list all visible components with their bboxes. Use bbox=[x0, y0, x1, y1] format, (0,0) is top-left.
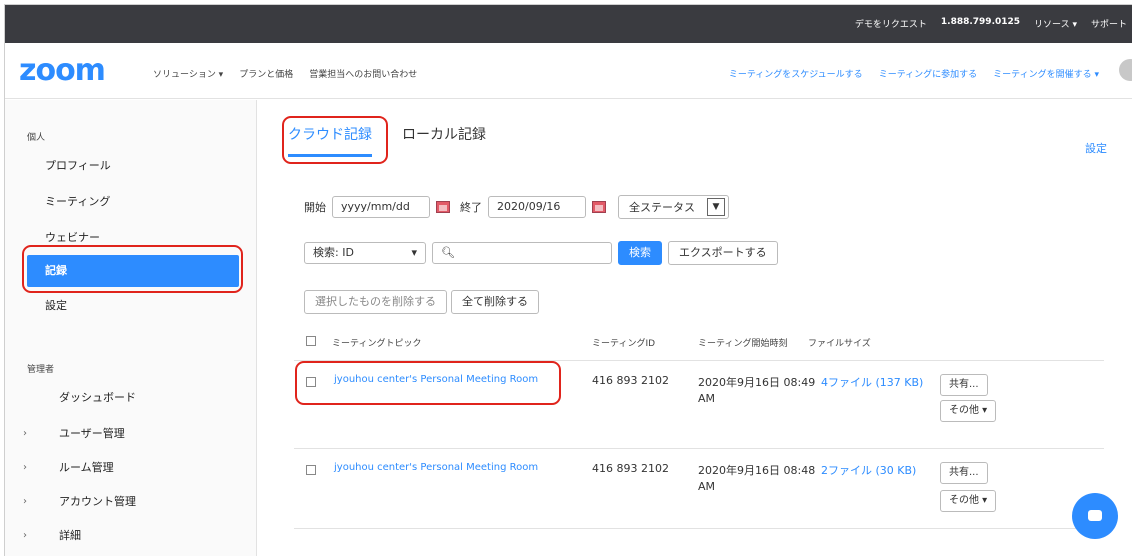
meeting-topic-link[interactable]: jyouhou center's Personal Meeting Room bbox=[334, 462, 538, 473]
end-label: 終了 bbox=[460, 201, 482, 214]
column-header-id: ミーティングID bbox=[592, 339, 656, 349]
divider bbox=[294, 528, 1104, 529]
contact-sales-link[interactable]: 営業担当へのお問い合わせ bbox=[309, 67, 417, 80]
search-type-select[interactable]: 検索: ID ▾ bbox=[304, 242, 426, 264]
highlight-meeting-topic bbox=[295, 361, 561, 405]
sidebar-item-meetings[interactable]: ミーティング bbox=[27, 186, 237, 218]
highlight-recordings bbox=[22, 245, 243, 293]
divider bbox=[294, 448, 1104, 449]
main-navbar: zoom ソリューション ▾ プランと価格 営業担当へのお問い合わせ ミーティン… bbox=[5, 43, 1132, 99]
sidebar-item-profile[interactable]: プロフィール bbox=[27, 150, 237, 182]
status-select-value: 全ステータス bbox=[629, 201, 695, 214]
chevron-right-icon: › bbox=[23, 496, 27, 507]
sidebar: 個人 プロフィール ミーティング ウェビナー 記録 設定 管理者 ダッシュボード… bbox=[5, 100, 257, 556]
column-header-start: ミーティング開始時刻 bbox=[698, 339, 788, 349]
delete-all-button[interactable]: 全て削除する bbox=[451, 290, 539, 314]
nav-left: ソリューション ▾ プランと価格 営業担当へのお問い合わせ bbox=[153, 67, 417, 80]
start-label: 開始 bbox=[304, 201, 326, 214]
sidebar-item-dashboard[interactable]: ダッシュボード bbox=[27, 382, 237, 414]
search-input[interactable]: 🔍︎ bbox=[432, 242, 612, 264]
main-content: クラウド記録 ローカル記録 設定 開始 yyyy/mm/dd 終了 2020/0… bbox=[258, 100, 1132, 556]
meeting-id: 416 893 2102 bbox=[592, 462, 669, 475]
zoom-logo[interactable]: zoom bbox=[19, 53, 106, 88]
sidebar-heading-admin: 管理者 bbox=[27, 365, 55, 375]
sidebar-item-room-management[interactable]: ルーム管理 bbox=[41, 452, 251, 484]
resources-menu[interactable]: リソース ▾ bbox=[1034, 17, 1077, 30]
row-checkbox[interactable] bbox=[306, 465, 316, 475]
share-button[interactable]: 共有... bbox=[940, 462, 988, 484]
app-frame: デモをリクエスト 1.888.799.0125 リソース ▾ サポート zoom… bbox=[4, 4, 1132, 556]
export-button[interactable]: エクスポートする bbox=[668, 241, 778, 265]
chevron-down-icon: ▼ bbox=[707, 198, 725, 216]
host-meeting-menu[interactable]: ミーティングを開催する ▾ bbox=[993, 67, 1099, 80]
top-links: デモをリクエスト 1.888.799.0125 リソース ▾ サポート bbox=[855, 17, 1127, 30]
column-header-topic: ミーティングトピック bbox=[332, 339, 422, 349]
avatar[interactable] bbox=[1119, 59, 1132, 81]
sidebar-item-user-management[interactable]: ユーザー管理 bbox=[41, 418, 251, 450]
chevron-right-icon: › bbox=[23, 462, 27, 473]
chevron-right-icon: › bbox=[23, 428, 27, 439]
chevron-right-icon: › bbox=[23, 530, 27, 541]
nav-right: ミーティングをスケジュールする ミーティングに参加する ミーティングを開催する … bbox=[729, 67, 1099, 80]
meeting-start-time: 2020年9月16日 08:48 bbox=[698, 464, 816, 477]
sidebar-item-account-management[interactable]: アカウント管理 bbox=[41, 486, 251, 518]
file-size-link[interactable]: 2ファイル (30 KB) bbox=[821, 462, 916, 478]
request-demo-link[interactable]: デモをリクエスト bbox=[855, 17, 927, 30]
delete-selected-button[interactable]: 選択したものを削除する bbox=[304, 290, 447, 314]
status-select[interactable]: 全ステータス ▼ bbox=[618, 195, 729, 219]
file-size-link[interactable]: 4ファイル (137 KB) bbox=[821, 374, 923, 390]
meeting-id: 416 893 2102 bbox=[592, 374, 669, 387]
sidebar-item-advanced[interactable]: 詳細 bbox=[41, 520, 251, 552]
settings-link[interactable]: 設定 bbox=[1085, 140, 1107, 156]
plans-link[interactable]: プランと価格 bbox=[239, 67, 293, 80]
chat-bubble-icon[interactable] bbox=[1072, 493, 1118, 539]
tab-local-recordings[interactable]: ローカル記録 bbox=[402, 124, 486, 157]
solutions-menu[interactable]: ソリューション ▾ bbox=[153, 67, 223, 80]
schedule-meeting-link[interactable]: ミーティングをスケジュールする bbox=[729, 67, 863, 80]
meeting-start-ampm: AM bbox=[698, 392, 716, 405]
top-bar: デモをリクエスト 1.888.799.0125 リソース ▾ サポート bbox=[5, 5, 1132, 43]
column-header-filesize: ファイルサイズ bbox=[808, 339, 871, 349]
highlight-cloud-tab bbox=[282, 116, 388, 164]
sidebar-item-settings[interactable]: 設定 bbox=[27, 290, 237, 322]
search-type-value: 検索: ID bbox=[313, 246, 354, 259]
search-icon: 🔍︎ bbox=[441, 246, 455, 259]
share-button[interactable]: 共有... bbox=[940, 374, 988, 396]
end-date-input[interactable]: 2020/09/16 bbox=[488, 196, 586, 218]
meeting-start-ampm: AM bbox=[698, 480, 716, 493]
date-filter-row: 開始 yyyy/mm/dd 終了 2020/09/16 全ステータス ▼ bbox=[304, 195, 729, 219]
more-button[interactable]: その他 ▾ bbox=[940, 400, 997, 422]
caret-down-icon: ▾ bbox=[411, 246, 417, 259]
join-meeting-link[interactable]: ミーティングに参加する bbox=[879, 67, 977, 80]
calendar-icon[interactable] bbox=[436, 201, 450, 213]
support-link[interactable]: サポート bbox=[1091, 17, 1127, 30]
search-button[interactable]: 検索 bbox=[618, 241, 662, 265]
sidebar-heading-personal: 個人 bbox=[27, 133, 46, 143]
delete-row: 選択したものを削除する 全て削除する bbox=[304, 290, 539, 314]
search-row: 検索: ID ▾ 🔍︎ 検索 エクスポートする bbox=[304, 241, 778, 265]
select-all-checkbox[interactable] bbox=[306, 336, 316, 346]
start-date-input[interactable]: yyyy/mm/dd bbox=[332, 196, 430, 218]
phone-number: 1.888.799.0125 bbox=[940, 17, 1021, 27]
meeting-start-time: 2020年9月16日 08:49 bbox=[698, 376, 816, 389]
calendar-icon[interactable] bbox=[592, 201, 606, 213]
more-button[interactable]: その他 ▾ bbox=[940, 490, 997, 512]
